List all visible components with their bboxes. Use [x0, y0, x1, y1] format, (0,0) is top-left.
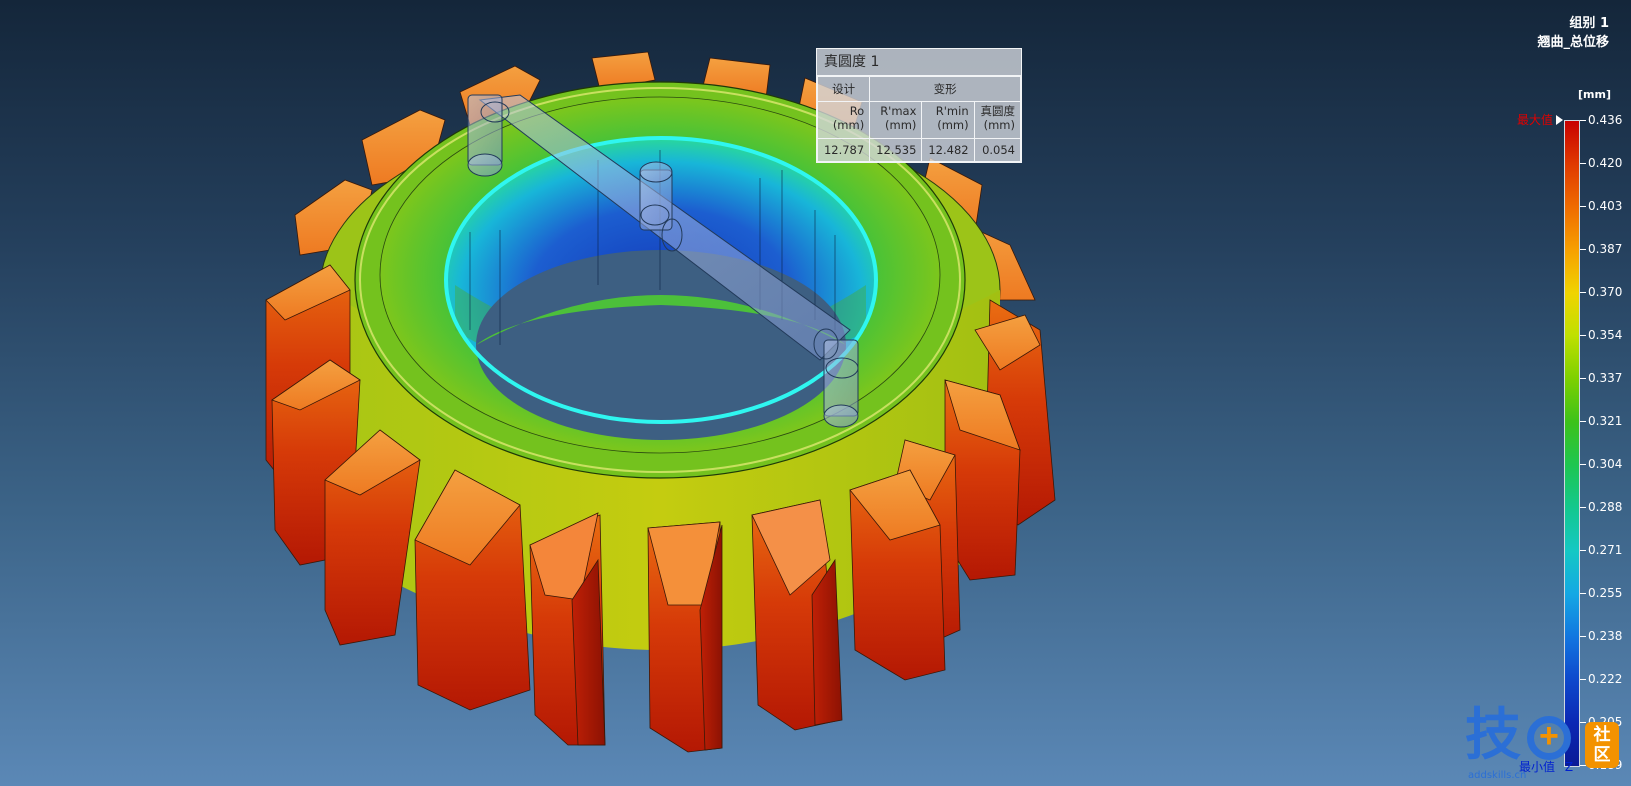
- col-group-deform: 变形: [869, 76, 1021, 102]
- legend-tick: [1580, 206, 1586, 207]
- legend-tick: [1580, 550, 1586, 551]
- legend-tick-label: 0.370: [1588, 285, 1623, 299]
- legend-unit: [mm]: [1578, 88, 1611, 101]
- legend-tick-label: 0.354: [1588, 328, 1623, 342]
- legend-color-bar: [1564, 120, 1580, 767]
- legend-tick-label: 0.337: [1588, 371, 1623, 385]
- plus-icon: +: [1539, 717, 1559, 755]
- legend-tick: [1580, 378, 1586, 379]
- legend-tick: [1580, 507, 1586, 508]
- roundness-title: 真圆度 1: [817, 49, 1021, 76]
- legend-tick-label: 0.304: [1588, 457, 1623, 471]
- watermark-char: 技: [1465, 703, 1521, 768]
- legend-tick: [1580, 120, 1586, 121]
- legend-max-label: 最大值: [1517, 113, 1554, 127]
- col-rmin: R'min (mm): [921, 101, 975, 139]
- col-rmax: R'max (mm): [869, 101, 923, 139]
- legend-tick: [1580, 163, 1586, 164]
- col-roundness: 真圆度 (mm): [973, 101, 1022, 139]
- value-rmax: 12.535: [869, 138, 923, 162]
- legend-tick: [1580, 636, 1586, 637]
- group-label: 组别 1: [1569, 16, 1609, 31]
- legend-tick: [1580, 593, 1586, 594]
- legend-tick: [1580, 249, 1586, 250]
- legend-tick-label: 0.271: [1588, 543, 1623, 557]
- result-label: 翘曲_总位移: [1537, 35, 1609, 50]
- legend-tick-label: 0.255: [1588, 586, 1623, 600]
- legend-tick: [1580, 679, 1586, 680]
- legend-tick-label: 0.222: [1588, 672, 1623, 686]
- legend-tick-label: 0.436: [1588, 113, 1623, 127]
- watermark-box: 社 区: [1585, 722, 1619, 768]
- legend-tick-label: 0.321: [1588, 414, 1623, 428]
- legend-tick-label: 0.420: [1588, 156, 1623, 170]
- col-ro: Ro (mm): [816, 101, 871, 139]
- legend-tick-label: 0.288: [1588, 500, 1623, 514]
- legend-tick: [1580, 292, 1586, 293]
- max-arrow-icon: [1556, 115, 1563, 125]
- legend-tick-label: 0.238: [1588, 629, 1623, 643]
- legend-tick: [1580, 335, 1586, 336]
- value-roundness: 0.054: [973, 138, 1022, 162]
- legend-tick: [1580, 464, 1586, 465]
- watermark-url: addskills.cn: [1468, 770, 1527, 781]
- legend-tick: [1580, 421, 1586, 422]
- legend-tick-label: 0.403: [1588, 199, 1623, 213]
- roundness-table[interactable]: 真圆度 1 设计 变形 Ro (mm) R'max (mm) R'min (mm) 真…: [816, 48, 1022, 163]
- value-rmin: 12.482: [921, 138, 975, 162]
- legend-tick-label: 0.387: [1588, 242, 1623, 256]
- value-ro: 12.787: [816, 138, 871, 162]
- watermark-logo: 技 + 社 区 addskills.cn: [1465, 704, 1625, 784]
- col-group-design: 设计: [816, 76, 871, 102]
